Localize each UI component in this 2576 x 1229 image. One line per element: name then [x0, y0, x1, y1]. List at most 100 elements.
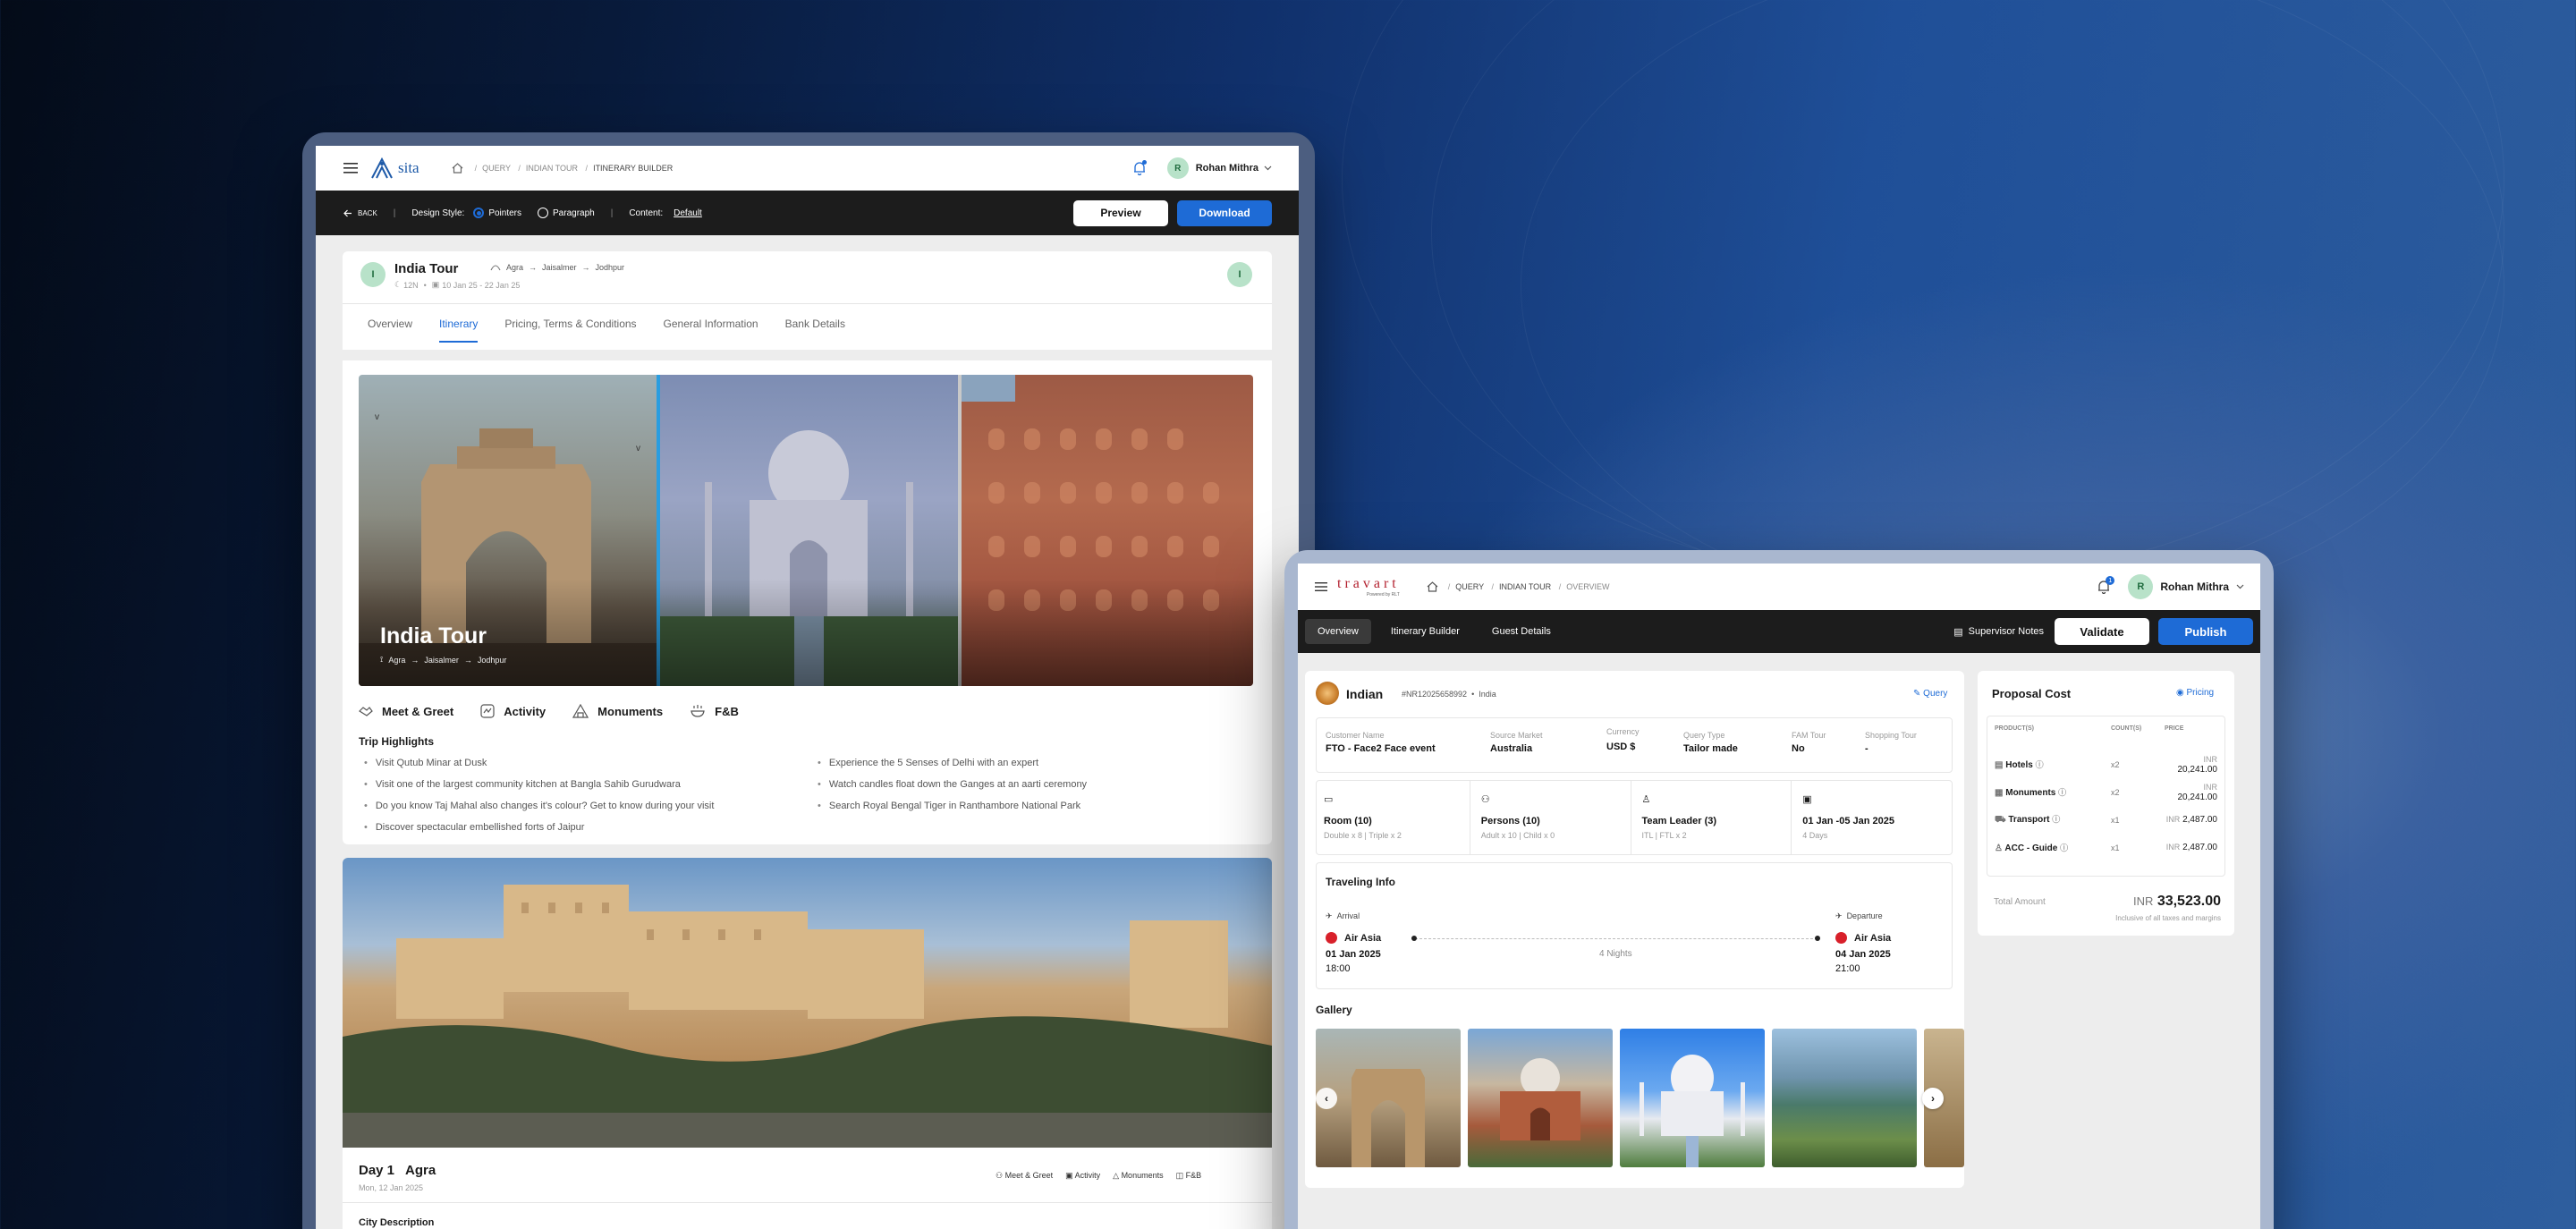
gallery-prev-button[interactable]: ‹ [1316, 1088, 1337, 1109]
departure-airline: Air Asia [1835, 932, 1891, 944]
info-icon[interactable]: ⓘ [2058, 788, 2066, 797]
field-value: No [1792, 743, 1805, 754]
total-amount: INR 33,523.00 [2121, 894, 2221, 910]
trip-route: Agra → Jaisalmer → Jodhpur [490, 263, 624, 272]
menu-icon[interactable] [343, 160, 359, 176]
chevron-down-icon[interactable] [1264, 165, 1272, 171]
arrival-date: 01 Jan 2025 [1326, 949, 1381, 960]
home-icon[interactable] [452, 162, 464, 174]
bell-icon[interactable]: 1 [2096, 576, 2115, 595]
radio-paragraph[interactable] [538, 208, 549, 218]
bell-icon[interactable] [1131, 160, 1148, 176]
gallery-image-tomb[interactable] [1468, 1029, 1613, 1167]
departure-time: 21:00 [1835, 963, 1860, 974]
departure-label-text: Departure [1846, 911, 1883, 920]
calendar-icon: ▣ [1802, 794, 1812, 805]
field-fam-tour: FAM Tour No [1792, 731, 1826, 754]
download-button[interactable]: Download [1177, 199, 1272, 226]
supervisor-notes-button[interactable]: Supervisor Notes [1969, 626, 2044, 637]
route-stop: Jodhpur [477, 655, 507, 665]
preview-button[interactable]: Preview [1073, 199, 1168, 226]
moon-icon: ☾ [394, 280, 402, 289]
tab-itinerary-builder[interactable]: Itinerary Builder [1378, 619, 1472, 644]
airline-name: Air Asia [1854, 932, 1892, 944]
route-stop: Jaisalmer [424, 655, 459, 665]
validate-button[interactable]: Validate [2055, 618, 2149, 645]
query-link-label[interactable]: Query [1923, 689, 1947, 699]
breadcrumb: / QUERY / INDIAN TOUR / OVERVIEW [1447, 582, 1610, 591]
product-price: 2,487.00 [2182, 843, 2217, 852]
arrow-right-icon: → [463, 655, 472, 665]
feature-list: Meet & Greet Activity Monuments F&B [359, 704, 766, 718]
chevron-down-icon[interactable] [2236, 584, 2244, 589]
radio-pointers-label[interactable]: Pointers [488, 208, 521, 218]
query-overview-card: Indian #NR12025658992 • India ✎ Query Cu… [1305, 671, 1964, 1188]
product-price: 20,241.00 [2177, 764, 2218, 775]
breadcrumb-item[interactable]: QUERY [482, 164, 511, 173]
content-select[interactable]: Default [674, 208, 702, 218]
field-label: Customer Name [1326, 731, 1385, 740]
pricing-link[interactable]: ◉ Pricing [2176, 688, 2214, 698]
breadcrumb-item[interactable]: QUERY [1455, 582, 1484, 591]
product-name: Transport [2008, 815, 2050, 825]
day-feature: ◫ F&B [1175, 1171, 1202, 1180]
breadcrumb-item-current: OVERVIEW [1566, 582, 1610, 591]
breadcrumb-item[interactable]: INDIAN TOUR [1499, 582, 1551, 591]
breadcrumb-item[interactable]: INDIAN TOUR [526, 164, 578, 173]
query-link[interactable]: ✎ Query [1913, 689, 1947, 699]
departure-date: 04 Jan 2025 [1835, 949, 1891, 960]
gallery-next-button[interactable]: › [1922, 1088, 1944, 1109]
menu-icon[interactable] [1314, 580, 1328, 594]
airasia-logo-icon [1835, 932, 1847, 944]
info-icon[interactable]: ⓘ [2036, 760, 2044, 769]
avatar[interactable]: R [1166, 157, 1189, 179]
hero-banner: v v India Tour ⟟ Agra → Jaisalmer → Jodhp… [359, 375, 1253, 686]
cost-table-header: PRODUCT(S) COUNT(S) PRICE [1995, 716, 2217, 740]
design-style-label: Design Style: [411, 208, 465, 218]
itinerary-builder-screen: sita / QUERY / INDIAN TOUR / ITINERARY BUIL… [316, 146, 1299, 1229]
svg-text:v: v [375, 412, 379, 422]
day-feature-list: ⚇ Meet & Greet ▣ Activity △ Monuments ◫ … [996, 1171, 1201, 1181]
tab-pricing-terms[interactable]: Pricing, Terms & Conditions [504, 318, 636, 343]
user-name[interactable]: Rohan Mithra [1196, 163, 1258, 174]
currency-code: INR [2203, 754, 2218, 764]
route-icon [490, 265, 501, 271]
notification-dot [1141, 160, 1147, 165]
avatar[interactable]: R [2128, 574, 2154, 599]
gallery-image-hills[interactable] [1772, 1029, 1917, 1167]
stat-title: 01 Jan -05 Jan 2025 [1802, 816, 1894, 826]
arrow-left-icon[interactable] [343, 208, 353, 218]
pricing-link-label[interactable]: Pricing [2187, 688, 2215, 698]
publish-button[interactable]: Publish [2158, 618, 2253, 645]
info-icon[interactable]: ⓘ [2060, 843, 2068, 852]
feature-activity: Activity [480, 704, 546, 718]
tab-bank-details[interactable]: Bank Details [785, 318, 845, 343]
user-name[interactable]: Rohan Mithra [2160, 581, 2229, 593]
field-shopping-tour: Shopping Tour - [1865, 731, 1917, 754]
breadcrumb: / QUERY / INDIAN TOUR / ITINERARY BUILDER [474, 164, 674, 173]
home-icon[interactable] [1427, 581, 1439, 593]
notes-icon[interactable]: ▤ [1953, 626, 1962, 638]
collaborator-avatar[interactable]: I [1227, 262, 1252, 287]
radio-paragraph-label[interactable]: Paragraph [553, 208, 595, 218]
highlight-item: Visit one of the largest community kitch… [364, 774, 811, 795]
hero-route: ⟟ Agra → Jaisalmer → Jodhpur [380, 655, 506, 665]
day-feature: △ Monuments [1113, 1171, 1164, 1180]
trip-header-card: I India Tour Agra → Jaisalmer → Jodhpur … [343, 251, 1272, 350]
gallery-image-india-gate[interactable] [1316, 1029, 1461, 1167]
radio-pointers[interactable] [473, 208, 485, 218]
tab-guest-details[interactable]: Guest Details [1479, 619, 1563, 644]
gallery-image-taj-mahal[interactable] [1620, 1029, 1765, 1167]
info-icon[interactable]: ⓘ [2052, 815, 2060, 824]
tab-general-information[interactable]: General Information [664, 318, 758, 343]
total-currency: INR [2132, 894, 2154, 908]
plane-landing-icon: ✈ [1326, 911, 1333, 920]
udaipur-city-image [343, 858, 1272, 1148]
tab-itinerary[interactable]: Itinerary [439, 318, 479, 343]
tab-overview[interactable]: Overview [1305, 619, 1371, 644]
currency-code: INR [2203, 782, 2218, 792]
back-button[interactable]: BACK [358, 209, 377, 217]
arrow-right-icon: → [411, 655, 419, 665]
tab-overview[interactable]: Overview [368, 318, 412, 343]
top-nav-bar: travart Powered by RLT / QUERY / INDIAN TO… [1298, 564, 2260, 610]
